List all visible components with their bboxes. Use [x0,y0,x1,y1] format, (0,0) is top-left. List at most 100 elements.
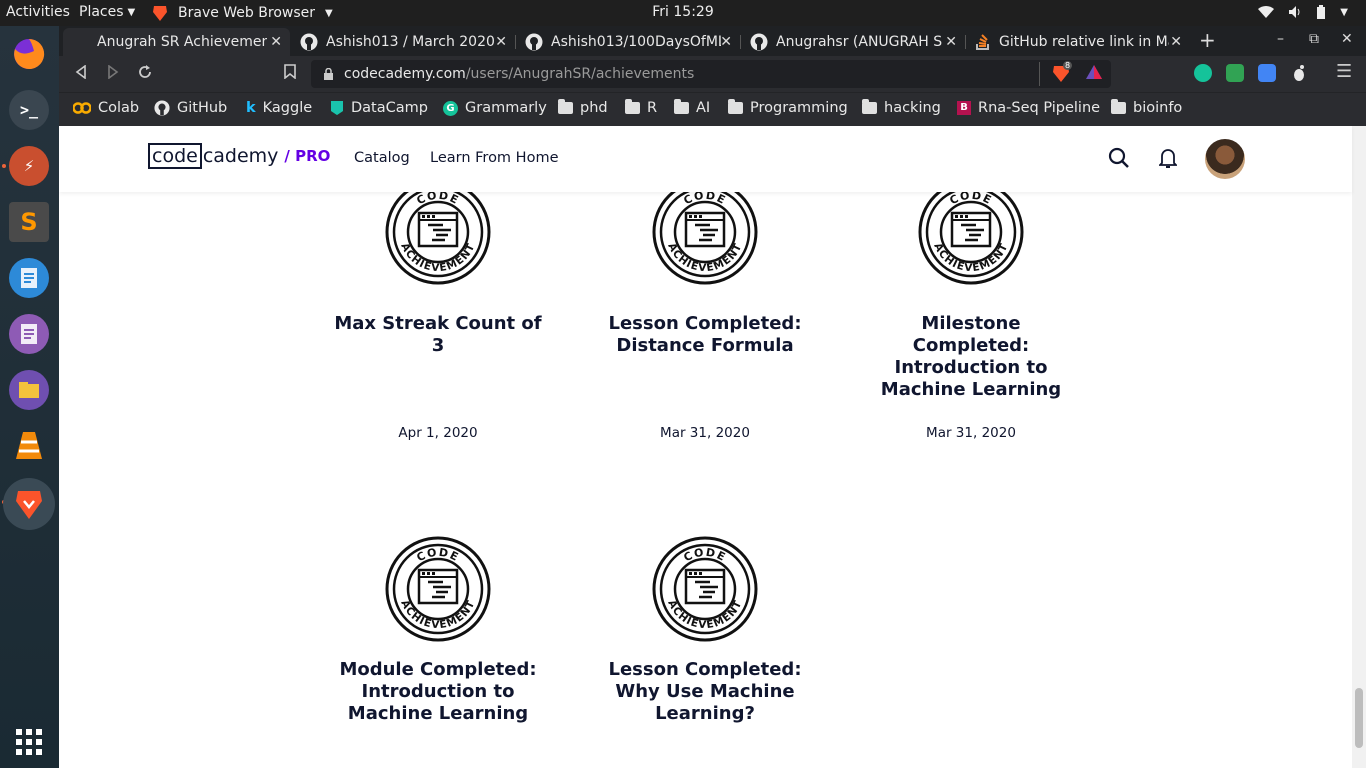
brave-rewards-icon[interactable] [1085,64,1103,84]
bookmark-folder-phd[interactable]: phd [558,99,608,116]
hyper-terminal-icon[interactable]: ⚡ [9,146,49,186]
close-icon[interactable]: ✕ [945,34,957,50]
brave-browser-icon[interactable] [3,478,55,530]
page-scrollbar[interactable] [1352,126,1366,768]
bookmark-label: Colab [98,100,140,116]
bookmark-label: Programming [750,100,848,116]
text-editor-icon[interactable] [9,258,49,298]
brave-shields-icon[interactable]: 8 [1051,61,1073,87]
battery-icon [1317,5,1326,19]
tab-github-100days[interactable]: Ashish013/100DaysOfML ✕ [515,28,740,56]
tab-stackoverflow[interactable]: GitHub relative link in Ma ✕ [965,28,1190,56]
app-menu[interactable]: Brave Web Browser ▼ [152,4,333,22]
scrollbar-thumb[interactable] [1355,688,1363,748]
tab-title: Ashish013/100DaysOfML [551,34,721,50]
search-icon[interactable] [1108,147,1130,173]
close-icon[interactable]: ✕ [495,34,507,50]
back-icon[interactable] [75,64,87,83]
new-tab-button[interactable]: + [1199,28,1216,52]
bookmark-label: DataCamp [351,100,428,116]
achievement-date: Apr 1, 2020 [398,425,478,441]
url-host: codecademy.com [344,66,466,82]
menu-icon[interactable]: ☰ [1336,61,1352,82]
bookmark-icon[interactable] [284,64,296,83]
bookmark-folder-ai[interactable]: AI [674,99,710,116]
close-window-icon[interactable]: ✕ [1341,31,1353,47]
achievement-title: Milestone Completed: Introduction to Mac… [880,313,1062,400]
bookmark-github[interactable]: GitHub [154,100,227,116]
close-icon[interactable]: ✕ [1170,34,1182,50]
gnome-extension-icon[interactable] [1290,64,1308,82]
bookmark-folder-hacking[interactable]: hacking [862,99,941,116]
close-icon[interactable]: ✕ [720,34,732,50]
bookmark-grammarly[interactable]: G Grammarly [443,100,547,116]
clock-label: Fri 15:29 [652,4,714,20]
github-icon [750,33,768,51]
bookmark-kaggle[interactable]: k Kaggle [246,100,312,116]
grammarly-icon: G [443,100,458,116]
achievement-title: Module Completed: Introduction to Machin… [339,659,537,724]
achievement-title: Lesson Completed: Distance Formula [608,313,802,356]
document-viewer-icon[interactable] [9,314,49,354]
vlc-icon[interactable] [9,426,49,466]
achievement-date: Mar 31, 2020 [660,425,750,441]
forward-icon[interactable] [107,64,119,83]
maximize-icon[interactable]: ⧉ [1309,31,1319,47]
notifications-bell-icon[interactable] [1157,147,1179,173]
code-achievement-badge-icon: CODEACHIEVEMENT [652,179,758,285]
activities-button[interactable]: Activities [6,4,70,20]
system-top-bar: Activities Places ▼ Brave Web Browser ▼ Fr… [0,0,1366,26]
bookmark-colab[interactable]: Colab [73,100,139,116]
sublime-text-icon[interactable]: S [9,202,49,242]
reload-icon[interactable] [137,64,153,84]
url-path: /users/AnugrahSR/achievements [465,66,695,82]
grammarly-extension-icon[interactable] [1194,64,1212,82]
avatar[interactable] [1205,139,1245,179]
code-achievement-badge-icon: CODEACHIEVEMENT [918,179,1024,285]
dock: >_ ⚡ S [0,26,59,768]
clock[interactable]: Fri 15:29 [652,4,713,20]
bookmark-rna-seq[interactable]: B Rna-Seq Pipeline [957,100,1100,116]
achievement-title: Lesson Completed: Why Use Machine Learni… [608,659,802,724]
bookmark-folder-r[interactable]: R [625,99,657,116]
tab-codecademy[interactable]: Anugrah SR Achievements ✕ [63,28,290,56]
minimize-icon[interactable]: – [1277,31,1284,47]
places-menu[interactable]: Places ▼ [79,4,135,20]
tab-title: Ashish013 / March 2020 [326,34,495,50]
brave-lion-icon [153,6,167,21]
github-icon [525,33,543,51]
folder-icon [558,99,573,114]
codecademy-logo[interactable]: code cademy / PRO [148,143,330,169]
bookmark-label: Kaggle [262,100,313,116]
system-status-area[interactable]: ▼ [1258,5,1348,19]
folder-icon [625,99,640,114]
browser-window: Anugrah SR Achievements ✕ Ashish013 / Ma… [59,26,1366,768]
files-icon[interactable] [9,370,49,410]
firefox-icon[interactable] [9,34,49,74]
achievement-date: Mar 31, 2020 [926,425,1016,441]
kaggle-icon: k [246,100,256,116]
nav-learn-from-home[interactable]: Learn From Home [430,150,559,166]
tab-strip: Anugrah SR Achievements ✕ Ashish013 / Ma… [59,26,1366,56]
email-extension-icon[interactable] [1226,64,1244,82]
bookmark-label: Grammarly [465,100,547,116]
site-header: code cademy / PRO Catalog Learn From Home [59,126,1352,192]
chevron-down-icon: ▼ [325,7,333,19]
tab-github-anugrahsr[interactable]: Anugrahsr (ANUGRAH S ✕ [740,28,965,56]
tab-title: Anugrahsr (ANUGRAH S [776,34,943,50]
bookmark-datacamp[interactable]: DataCamp [330,100,428,116]
show-applications-icon[interactable] [9,722,49,762]
bookmark-label: bioinfo [1133,100,1183,116]
close-icon[interactable]: ✕ [270,34,282,50]
address-bar[interactable]: codecademy.com/users/AnugrahSR/achieveme… [311,60,1111,88]
terminal-icon[interactable]: >_ [9,90,49,130]
bookmark-folder-bioinfo[interactable]: bioinfo [1111,99,1183,116]
chevron-down-icon: ▼ [1340,6,1348,18]
bookmark-folder-programming[interactable]: Programming [728,99,848,116]
nav-catalog[interactable]: Catalog [354,150,410,166]
app-name-label: Brave Web Browser [178,5,315,21]
colab-icon [73,102,91,114]
google-translate-icon[interactable] [1258,64,1276,82]
tab-github-march[interactable]: Ashish013 / March 2020 ✕ [290,28,515,56]
codecademy-favicon-icon [73,34,89,50]
